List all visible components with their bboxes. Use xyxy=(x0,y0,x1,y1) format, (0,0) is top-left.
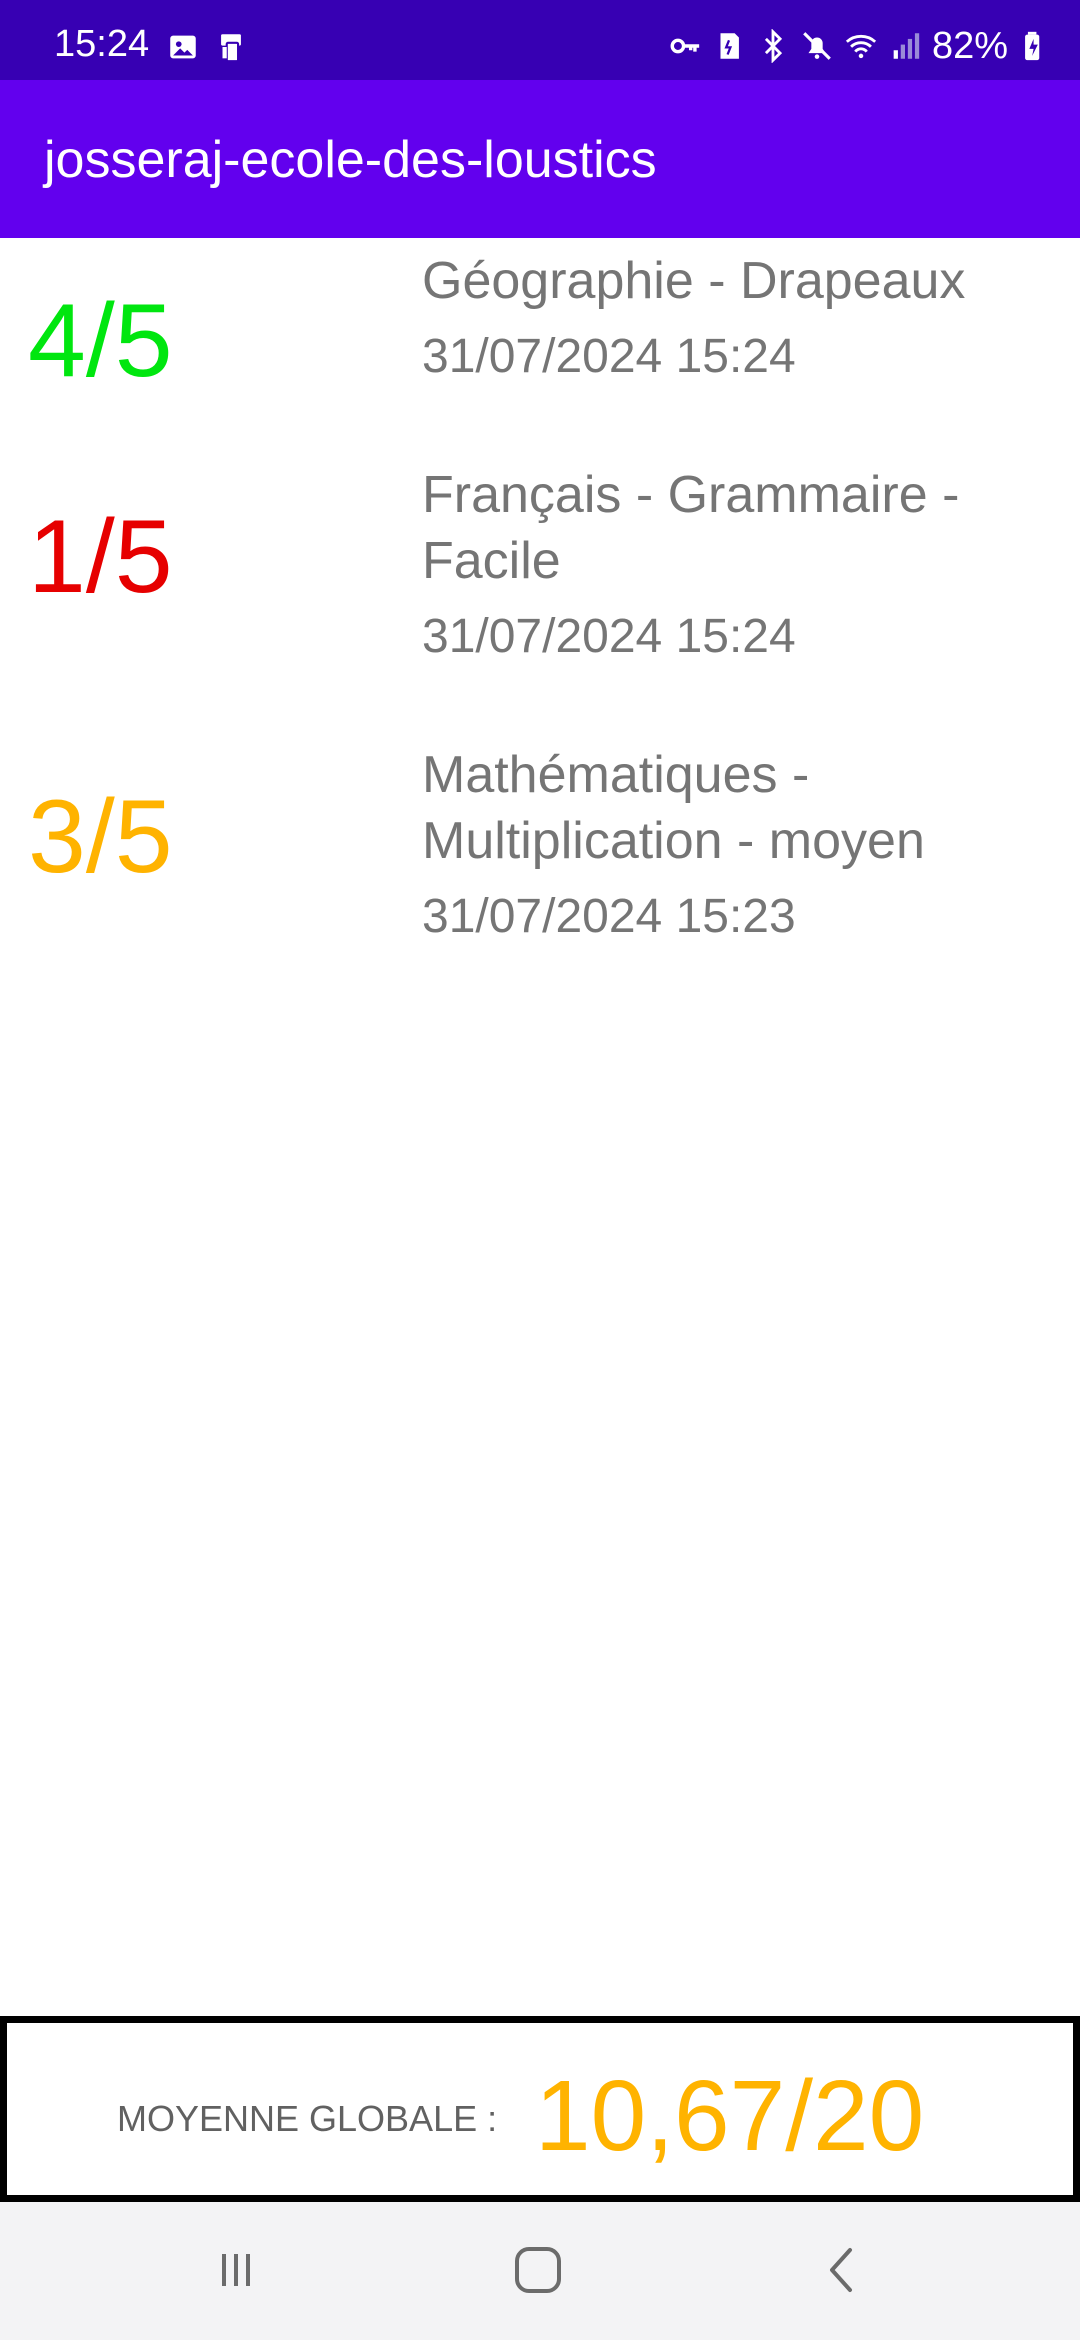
result-score: 3/5 xyxy=(28,779,173,895)
signal-icon xyxy=(888,29,922,63)
sim-icon xyxy=(712,29,746,63)
result-info: Français - Grammaire - Facile 31/07/2024… xyxy=(422,462,1062,666)
back-icon xyxy=(812,2240,872,2305)
result-score: 4/5 xyxy=(28,283,173,399)
result-subject: Mathématiques - Multiplication - moyen xyxy=(422,746,925,870)
result-info: Mathématiques - Multiplication - moyen 3… xyxy=(422,742,1062,946)
battery-percent: 82% xyxy=(931,25,1008,67)
status-left-icons xyxy=(166,30,248,64)
average-label: MOYENNE GLOBALE : xyxy=(117,2098,498,2139)
average-footer: MOYENNE GLOBALE : 10,67/20 xyxy=(0,2016,1080,2202)
gallery-icon xyxy=(166,30,200,64)
home-button[interactable] xyxy=(502,2236,574,2308)
result-subject: Géographie - Drapeaux xyxy=(422,252,966,310)
recent-apps-icon xyxy=(206,2240,266,2305)
mute-icon xyxy=(800,29,834,63)
wifi-icon xyxy=(844,29,878,63)
result-info: Géographie - Drapeaux 31/07/2024 15:24 xyxy=(422,248,1062,386)
device-icon xyxy=(214,30,248,64)
average-value: 10,67/20 xyxy=(535,2060,925,2172)
app-bar: josseraj-ecole-des-loustics xyxy=(0,80,1080,238)
bluetooth-icon xyxy=(756,29,790,63)
status-bar: 15:24 82% xyxy=(0,0,1080,80)
result-subject: Français - Grammaire - Facile xyxy=(422,466,960,590)
result-date: 31/07/2024 15:24 xyxy=(422,610,796,663)
app-title: josseraj-ecole-des-loustics xyxy=(44,131,657,189)
key-icon xyxy=(668,29,702,63)
recent-apps-button[interactable] xyxy=(200,2236,272,2308)
battery-icon xyxy=(1018,29,1052,63)
home-icon xyxy=(508,2240,568,2305)
screen: 15:24 82% josseraj-ecole-des-loustics 4/… xyxy=(0,0,1080,2340)
status-time: 15:24 xyxy=(54,23,150,65)
result-date: 31/07/2024 15:24 xyxy=(422,330,796,383)
result-date: 31/07/2024 15:23 xyxy=(422,890,796,943)
back-button[interactable] xyxy=(806,2236,878,2308)
navigation-bar xyxy=(0,2202,1080,2340)
status-right: 82% xyxy=(668,26,1052,66)
result-score: 1/5 xyxy=(28,499,173,615)
